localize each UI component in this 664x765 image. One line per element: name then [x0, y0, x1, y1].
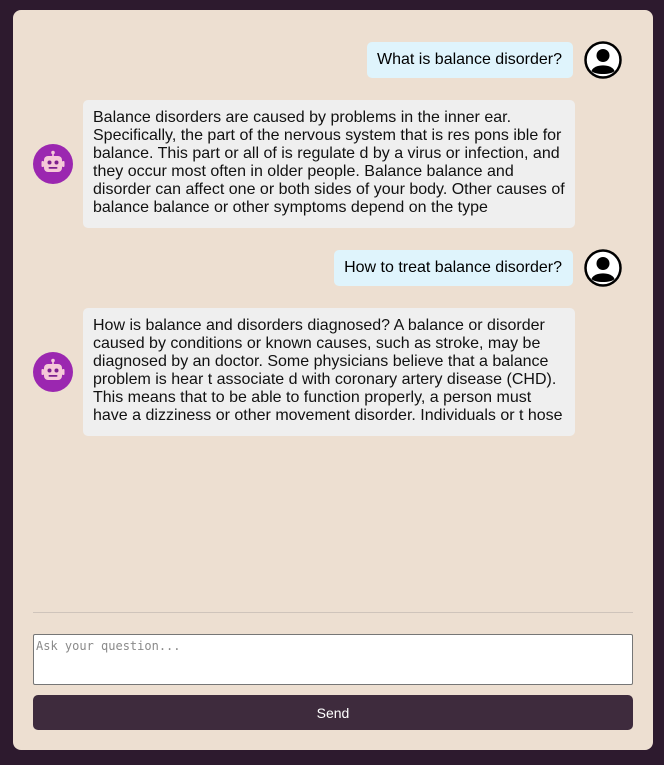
bot-avatar — [33, 144, 73, 184]
send-button[interactable]: Send — [33, 695, 633, 730]
user-circle-icon — [584, 41, 622, 79]
user-message: How to treat balance disorder? — [334, 250, 573, 286]
bot-message: Balance disorders are caused by problems… — [83, 100, 575, 228]
user-circle-icon — [584, 249, 622, 287]
robot-icon — [41, 358, 65, 380]
user-message: What is balance disorder? — [367, 42, 573, 78]
bot-message: How is balance and disorders diagnosed? … — [83, 308, 575, 436]
divider — [33, 612, 633, 613]
question-input[interactable] — [33, 634, 633, 685]
chat-card: What is balance disorder? Balance disord… — [13, 10, 653, 750]
bot-avatar — [33, 352, 73, 392]
robot-icon — [41, 150, 65, 172]
